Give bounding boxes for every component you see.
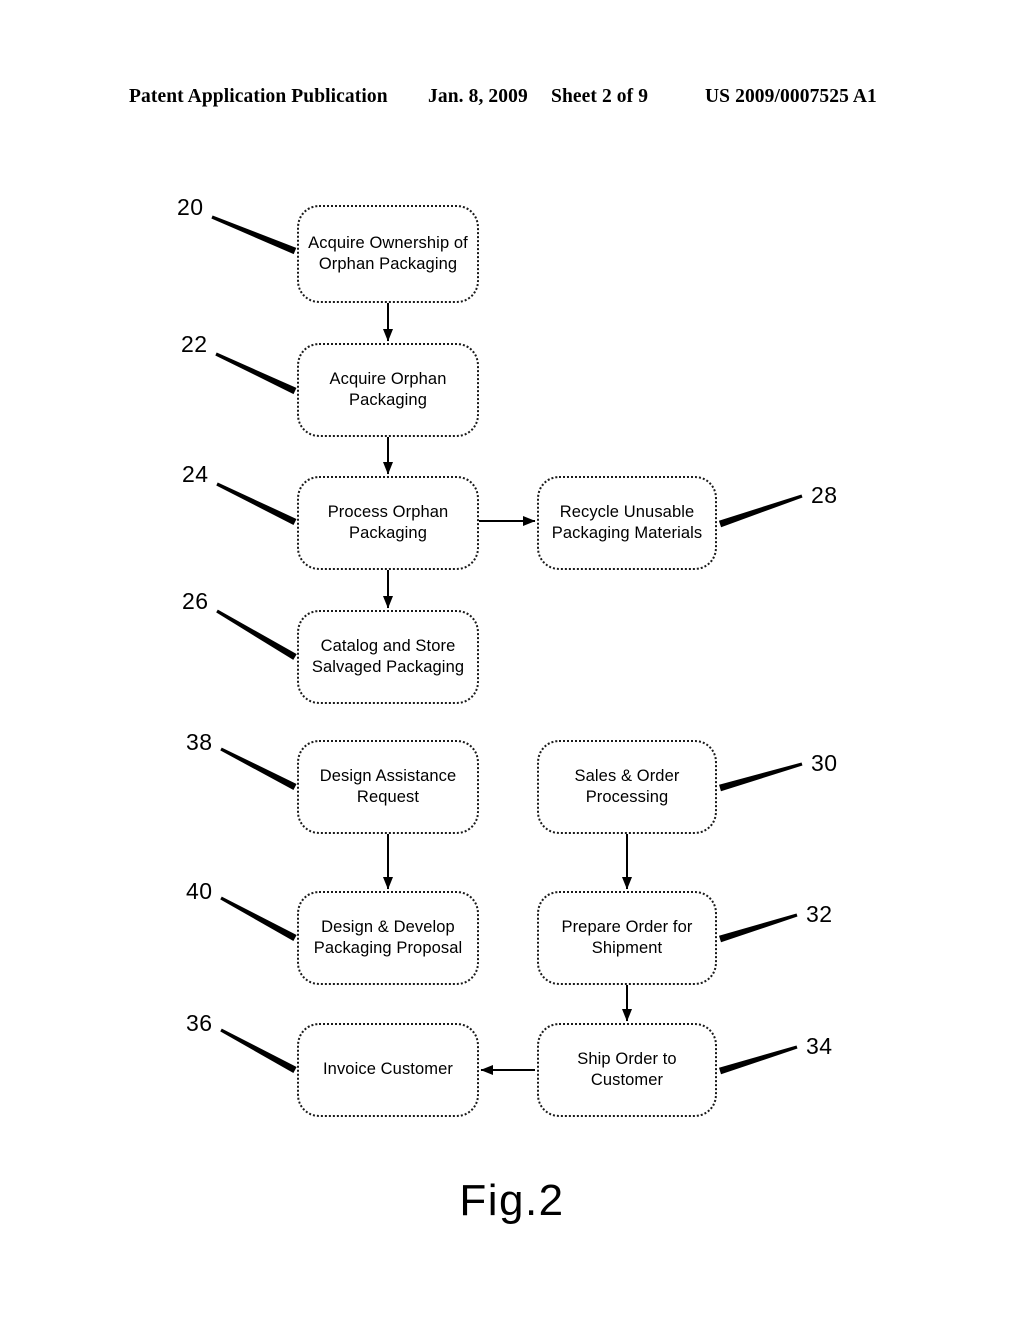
flow-box-label-26: Catalog and Store Salvaged Packaging	[311, 636, 465, 676]
reference-numeral-22: 22	[181, 331, 208, 357]
flow-box-label-40: Design & Develop Packaging Proposal	[313, 917, 463, 957]
leader-line-24	[216, 482, 297, 526]
reference-numeral-38: 38	[186, 729, 213, 755]
flow-box-28: Recycle Unusable Packaging Materials	[537, 476, 717, 570]
leader-line-36	[220, 1028, 297, 1073]
leader-line-38	[220, 747, 297, 791]
leader-line-30	[719, 762, 803, 792]
flow-box-label-32: Prepare Order for Shipment	[561, 917, 693, 957]
leader-line-34	[718, 1045, 798, 1075]
reference-numeral-20: 20	[177, 194, 204, 220]
reference-numeral-30: 30	[811, 750, 838, 776]
flow-box-label-36: Invoice Customer	[323, 1060, 453, 1079]
flow-box-38: Design Assistance Request	[297, 740, 479, 834]
flow-box-label-30: Sales & Order Processing	[574, 766, 680, 806]
leader-line-20	[211, 215, 297, 255]
reference-numeral-24: 24	[182, 461, 209, 487]
flow-box-40: Design & Develop Packaging Proposal	[297, 891, 479, 985]
flow-box-label-34: Ship Order to Customer	[577, 1049, 677, 1089]
figure-caption: Fig.2	[459, 1176, 565, 1225]
flow-box-label-24: Process Orphan Packaging	[327, 502, 449, 542]
flow-box-24: Process Orphan Packaging	[297, 476, 479, 570]
flow-box-34: Ship Order to Customer	[537, 1023, 717, 1117]
leader-line-28	[718, 494, 803, 528]
flow-box-32: Prepare Order for Shipment	[537, 891, 717, 985]
flow-box-30: Sales & Order Processing	[537, 740, 717, 834]
leader-line-40	[220, 896, 297, 941]
leader-line-32	[718, 913, 798, 943]
flow-box-36: Invoice Customer	[297, 1023, 479, 1117]
reference-numeral-36: 36	[186, 1010, 213, 1036]
leader-line-26	[216, 609, 297, 660]
flow-box-22: Acquire Orphan Packaging	[297, 343, 479, 437]
reference-numeral-28: 28	[811, 482, 838, 508]
flow-box-20: Acquire Ownership of Orphan Packaging	[297, 205, 479, 303]
reference-numeral-40: 40	[186, 878, 213, 904]
reference-numeral-26: 26	[182, 588, 209, 614]
flow-box-label-28: Recycle Unusable Packaging Materials	[551, 502, 703, 542]
reference-numeral-32: 32	[806, 901, 833, 927]
flowchart-diagram: Acquire Ownership of Orphan Packaging Acq…	[0, 0, 1024, 1320]
flow-box-label-20: Acquire Ownership of Orphan Packaging	[308, 233, 468, 273]
leader-line-22	[215, 352, 297, 395]
reference-numeral-34: 34	[806, 1033, 833, 1059]
flow-box-26: Catalog and Store Salvaged Packaging	[297, 610, 479, 704]
diagram-connectors-layer	[211, 215, 803, 1075]
flow-box-label-38: Design Assistance Request	[319, 766, 457, 806]
flow-box-label-22: Acquire Orphan Packaging	[329, 369, 447, 409]
